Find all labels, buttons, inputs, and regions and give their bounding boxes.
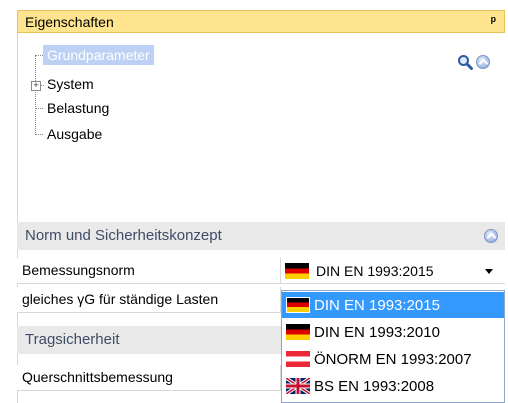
option-label: DIN EN 1993:2015 (314, 297, 440, 314)
property-label: Bemessungsnorm (22, 262, 135, 278)
panel-title: Eigenschaften (25, 14, 114, 30)
section-header-norm[interactable]: Norm und Sicherheitskonzept (17, 222, 505, 250)
bemessungsnorm-select[interactable]: DIN EN 1993:2015 (281, 258, 505, 284)
section-title: Tragsicherheit (25, 331, 120, 348)
tree-line (35, 55, 43, 56)
tree-line (35, 55, 36, 135)
tree-line (35, 134, 43, 135)
austria-flag-icon (286, 351, 310, 367)
option-label: BS EN 1993:2008 (314, 378, 435, 395)
property-label: Querschnittsbemessung (22, 369, 173, 385)
property-label: gleiches γG für ständige Lasten (22, 291, 219, 307)
property-row-bemessungsnorm: Bemessungsnorm DIN EN 1993:2015 (17, 258, 505, 284)
tree-line (35, 108, 43, 109)
norm-dropdown-list: DIN EN 1993:2015 DIN EN 1993:2010 ÖNORM … (281, 290, 505, 403)
dropdown-option[interactable]: BS EN 1993:2008 (282, 373, 504, 399)
option-label: ÖNORM EN 1993:2007 (314, 351, 472, 368)
germany-flag-icon (285, 263, 309, 279)
select-value: DIN EN 1993:2015 (316, 263, 434, 279)
dropdown-option[interactable]: ÖNORM EN 1993:2007 (282, 346, 504, 372)
section-title: Norm und Sicherheitskonzept (25, 227, 222, 244)
uk-flag-icon (286, 378, 310, 394)
dropdown-option[interactable]: DIN EN 1993:2015 (282, 292, 504, 318)
chevron-down-icon[interactable] (485, 269, 493, 274)
pin-icon[interactable]: ᵖ (491, 13, 496, 28)
expand-icon[interactable]: + (31, 81, 41, 91)
tree-item-belastung[interactable]: Belastung (47, 100, 109, 116)
collapse-up-icon[interactable] (476, 55, 490, 69)
dropdown-option[interactable]: DIN EN 1993:2010 (282, 319, 504, 345)
search-icon[interactable] (457, 54, 473, 70)
tree-item-grundparameter[interactable]: Grundparameter (43, 45, 154, 65)
tree-item-ausgabe[interactable]: Ausgabe (47, 126, 102, 142)
properties-panel-title-bar: Eigenschaften ᵖ (17, 10, 505, 33)
germany-flag-icon (286, 297, 310, 313)
germany-flag-icon (286, 324, 310, 340)
tree-item-system[interactable]: System (47, 76, 94, 92)
option-label: DIN EN 1993:2010 (314, 324, 440, 341)
collapse-section-icon[interactable] (484, 229, 498, 243)
